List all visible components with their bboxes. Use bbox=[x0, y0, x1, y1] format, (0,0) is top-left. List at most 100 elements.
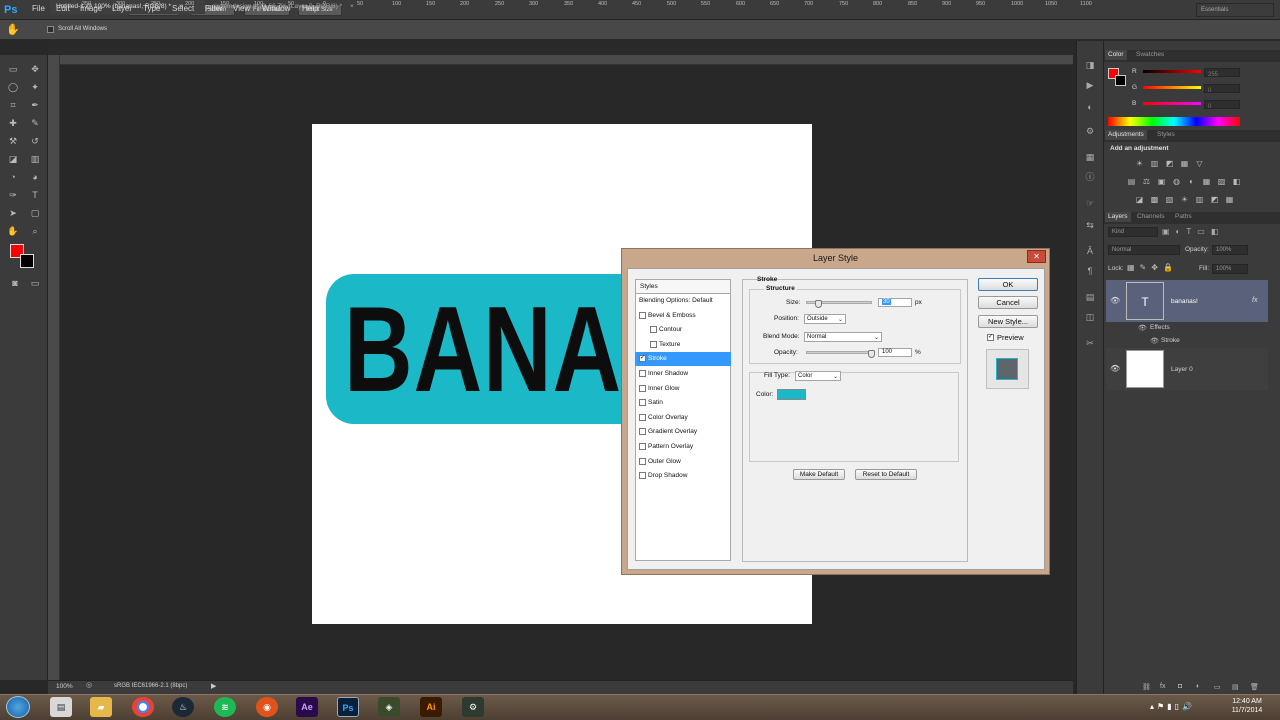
notes-icon[interactable]: ▤ bbox=[1083, 290, 1097, 304]
crop-tool-icon[interactable]: ⌗ bbox=[6, 98, 20, 112]
adjustment-icon[interactable]: ▨ bbox=[1216, 176, 1227, 187]
screen-mode-icon[interactable]: ▭ bbox=[28, 276, 42, 290]
channel-g-slider[interactable] bbox=[1143, 86, 1201, 89]
brush-presets-icon[interactable]: ☞ bbox=[1083, 196, 1097, 210]
quick-mask-icon[interactable]: ◙ bbox=[8, 276, 22, 290]
after-effects-icon[interactable]: Ae bbox=[296, 697, 318, 717]
layers-bottom-icon[interactable]: ⛓ bbox=[1142, 683, 1151, 691]
adjustment-icon[interactable]: ▦ bbox=[1179, 158, 1190, 169]
history-brush-icon[interactable]: ↺ bbox=[28, 134, 42, 148]
layers-bottom-icon[interactable]: ▤ bbox=[1232, 683, 1239, 691]
style-checkbox[interactable] bbox=[639, 413, 646, 421]
visibility-eye-icon[interactable]: 👁 bbox=[1110, 296, 1120, 305]
layers-bottom-icon[interactable]: fx bbox=[1160, 683, 1165, 690]
ok-button[interactable]: OK bbox=[978, 278, 1038, 291]
play-arrow-icon[interactable]: ▶ bbox=[211, 682, 216, 690]
path-select-icon[interactable]: ➤ bbox=[6, 206, 20, 220]
file-icon[interactable]: ▤ bbox=[50, 697, 72, 717]
workspace-switcher[interactable]: Essentials bbox=[1196, 3, 1274, 17]
adjustment-icon[interactable]: ▧ bbox=[1164, 194, 1175, 205]
opacity-input[interactable]: 100 bbox=[878, 348, 912, 357]
spotify-icon[interactable]: ≋ bbox=[214, 697, 236, 717]
eraser-icon[interactable]: ◪ bbox=[6, 152, 20, 166]
origin-icon[interactable]: ◉ bbox=[256, 697, 278, 717]
style-item-drop-shadow[interactable]: Drop Shadow bbox=[635, 469, 731, 483]
channel-b-slider[interactable] bbox=[1143, 102, 1201, 105]
character-icon[interactable]: Ǎ bbox=[1083, 244, 1097, 258]
type-tool-icon[interactable]: T bbox=[28, 188, 42, 202]
stroke-effect-eye-icon[interactable]: 👁 bbox=[1150, 337, 1159, 345]
clock[interactable]: 12:40 AM 11/7/2014 bbox=[1220, 697, 1274, 715]
adjustment-icon[interactable]: ◍ bbox=[1171, 176, 1182, 187]
menu-window[interactable]: Window bbox=[262, 4, 290, 13]
style-item-stroke[interactable]: ✓ Stroke bbox=[635, 352, 731, 367]
adjustments-icon[interactable]: ◐ bbox=[1083, 100, 1097, 114]
style-checkbox[interactable] bbox=[639, 443, 646, 450]
reset-to-default-button[interactable]: Reset to Default bbox=[855, 469, 917, 480]
adjustment-icon[interactable]: ◩ bbox=[1209, 194, 1220, 205]
style-item-satin[interactable]: Satin bbox=[635, 396, 731, 410]
tab-adjustments[interactable]: Adjustments bbox=[1105, 130, 1147, 140]
scroll-all-windows-checkbox[interactable] bbox=[47, 26, 54, 33]
clone-source-icon[interactable]: ✂ bbox=[1083, 336, 1097, 350]
tool-app-icon[interactable]: ⚙ bbox=[462, 697, 484, 717]
adjustment-icon[interactable]: ◩ bbox=[1164, 158, 1175, 169]
color-panel-icon[interactable]: ◨ bbox=[1083, 58, 1097, 72]
opacity-slider-handle[interactable] bbox=[868, 350, 875, 358]
tab-color[interactable]: Color bbox=[1105, 50, 1127, 60]
magic-wand-icon[interactable]: ✦ bbox=[28, 80, 42, 94]
channel-r-value-box[interactable]: 255 bbox=[1204, 68, 1240, 78]
menu-file[interactable]: File bbox=[32, 4, 45, 13]
zoom-tool-icon[interactable]: ⌕ bbox=[28, 224, 42, 238]
tab-styles[interactable]: Styles bbox=[1154, 130, 1178, 140]
close-tab-icon[interactable]: × bbox=[350, 3, 354, 10]
layers-bottom-icon[interactable]: ▭ bbox=[1214, 683, 1221, 691]
dialog-close-button[interactable]: ✕ bbox=[1027, 250, 1046, 263]
adjustment-icon[interactable]: ☀ bbox=[1134, 158, 1145, 169]
style-checkbox[interactable] bbox=[639, 311, 646, 319]
shape-tool-icon[interactable]: ▢ bbox=[28, 206, 42, 220]
hand-tool-icon[interactable]: ✋ bbox=[6, 224, 20, 238]
effects-eye-icon[interactable]: 👁 bbox=[1138, 324, 1147, 332]
visibility-eye-icon[interactable]: 👁 bbox=[1110, 364, 1120, 373]
folder-icon[interactable]: ▰ bbox=[90, 697, 112, 717]
opacity-slider[interactable] bbox=[806, 351, 872, 354]
layer-opacity-input[interactable]: 100% bbox=[1212, 245, 1248, 255]
tab-channels[interactable]: Channels bbox=[1134, 212, 1167, 222]
adjustment-icon[interactable]: ▥ bbox=[1149, 158, 1160, 169]
style-checkbox[interactable] bbox=[639, 399, 646, 407]
style-checkbox[interactable] bbox=[650, 326, 657, 334]
adjustment-icon[interactable]: ▦ bbox=[1224, 194, 1235, 205]
adjustment-icon[interactable]: ▥ bbox=[1194, 194, 1205, 205]
adjustment-icon[interactable]: ☀ bbox=[1179, 194, 1190, 205]
play-icon[interactable]: ▶ bbox=[1083, 78, 1097, 92]
tab-paths[interactable]: Paths bbox=[1172, 212, 1195, 222]
new-style-button[interactable]: New Style... bbox=[978, 315, 1038, 328]
stroke-effect-label[interactable]: Stroke bbox=[1161, 337, 1180, 344]
menu-edit[interactable]: Edit bbox=[56, 4, 70, 13]
adjustment-icon[interactable]: ▽ bbox=[1194, 158, 1205, 169]
settings-icon[interactable]: ⚙ bbox=[1083, 124, 1097, 138]
style-item-inner-glow[interactable]: Inner Glow bbox=[635, 382, 731, 396]
stroke-color-swatch[interactable] bbox=[777, 389, 806, 400]
lasso-tool-icon[interactable]: ◯ bbox=[6, 80, 20, 94]
make-default-button[interactable]: Make Default bbox=[793, 469, 845, 480]
menu-view[interactable]: View bbox=[233, 4, 250, 13]
layer-fx-icon[interactable]: fx bbox=[1252, 297, 1257, 304]
adjustment-icon[interactable]: ◪ bbox=[1134, 194, 1145, 205]
fill-type-select[interactable]: Color ⌄ bbox=[795, 371, 841, 381]
swap-icon[interactable]: ⇆ bbox=[1083, 218, 1097, 232]
layer-name-bananas[interactable]: bananas! bbox=[1171, 298, 1198, 305]
channel-g-value-box[interactable]: 0 bbox=[1204, 84, 1240, 94]
blur-tool-icon[interactable]: ◔ bbox=[6, 170, 20, 184]
size-input[interactable]: 30 bbox=[878, 298, 912, 307]
info-icon[interactable]: ⓘ bbox=[1083, 170, 1097, 184]
adjustment-icon[interactable]: ▦ bbox=[1201, 176, 1212, 187]
pen-tool-icon[interactable]: ✑ bbox=[6, 188, 20, 202]
style-checkbox[interactable] bbox=[639, 472, 646, 480]
adjustment-icon[interactable]: ▣ bbox=[1156, 176, 1167, 187]
style-item-outer-glow[interactable]: Outer Glow bbox=[635, 455, 731, 469]
size-slider-handle[interactable] bbox=[815, 300, 822, 308]
blend-mode-select[interactable]: Normal ⌄ bbox=[804, 332, 882, 342]
style-checkbox[interactable] bbox=[639, 384, 646, 392]
